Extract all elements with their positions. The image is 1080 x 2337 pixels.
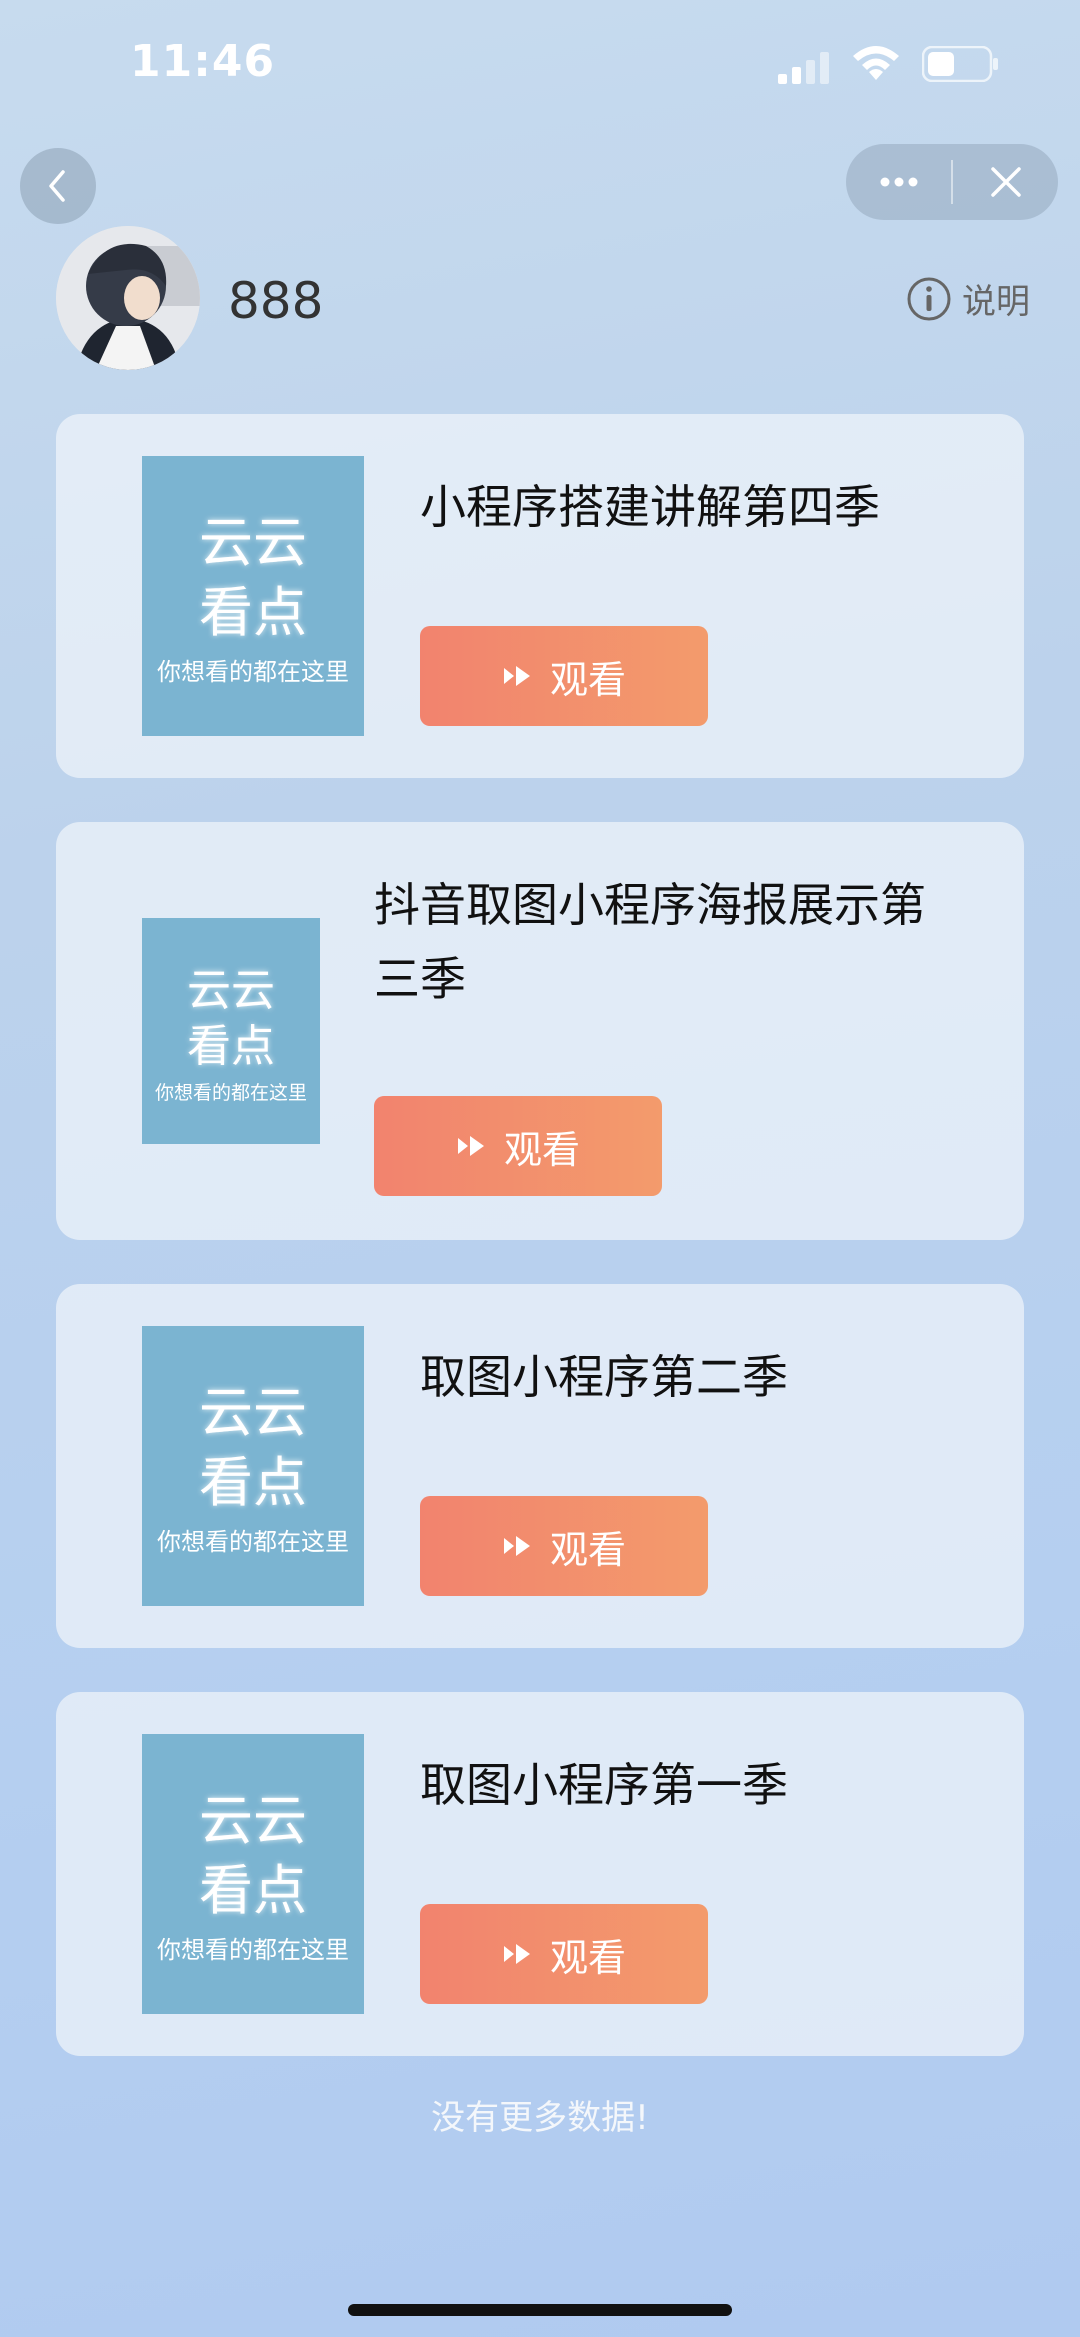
thumb-line3: 你想看的都在这里 (157, 658, 349, 686)
signal-icon (778, 52, 829, 84)
thumb-line2: 看点 (199, 581, 307, 644)
close-icon (990, 167, 1021, 197)
video-title: 抖音取图小程序海报展示第三季 (374, 878, 926, 1006)
thumb-line2: 看点 (187, 1021, 275, 1072)
more-button[interactable] (846, 144, 951, 220)
mini-program-capsule (846, 144, 1058, 220)
watch-label: 观看 (503, 1127, 580, 1172)
watch-button[interactable]: 观看 (420, 1904, 708, 2004)
watch-label: 观看 (549, 657, 626, 702)
avatar[interactable] (56, 226, 200, 370)
status-time: 11:46 (130, 36, 276, 87)
thumb-line2: 看点 (199, 1451, 307, 1514)
video-card[interactable]: 云云 看点 你想看的都在这里 取图小程序第一季 观看 (56, 1692, 1024, 2056)
play-icon (457, 1136, 484, 1156)
thumb-line1: 云云 (199, 1789, 307, 1852)
video-thumbnail: 云云 看点 你想看的都在这里 (142, 1734, 364, 2014)
watch-label: 观看 (549, 1527, 626, 1572)
video-title: 取图小程序第一季 (420, 1758, 788, 1812)
watch-button[interactable]: 观看 (374, 1096, 662, 1196)
video-thumbnail: 云云 看点 你想看的都在这里 (142, 456, 364, 736)
video-thumbnail: 云云 看点 你想看的都在这里 (142, 918, 320, 1144)
thumb-line3: 你想看的都在这里 (157, 1936, 349, 1964)
video-card[interactable]: 云云 看点 你想看的都在这里 抖音取图小程序海报展示第三季 观看 (56, 822, 1024, 1240)
user-header: 888 说明 (56, 226, 1036, 376)
thumb-line1: 云云 (199, 511, 307, 574)
home-indicator[interactable] (348, 2304, 732, 2316)
video-thumbnail: 云云 看点 你想看的都在这里 (142, 1326, 364, 1606)
video-title: 小程序搭建讲解第四季 (420, 480, 880, 534)
thumb-line1: 云云 (199, 1381, 307, 1444)
chevron-left-icon (49, 170, 65, 202)
info-icon (907, 277, 951, 320)
status-bar: 11:46 (0, 0, 1080, 130)
back-button[interactable] (20, 148, 96, 224)
watch-button[interactable]: 观看 (420, 626, 708, 726)
battery-icon (922, 46, 998, 82)
avatar-illustration (56, 226, 200, 370)
no-more-data-text: 没有更多数据! (431, 2098, 649, 2138)
thumb-line3: 你想看的都在这里 (157, 1528, 349, 1556)
watch-label: 观看 (549, 1935, 626, 1980)
play-icon (503, 666, 530, 686)
video-card[interactable]: 云云 看点 你想看的都在这里 小程序搭建讲解第四季 观看 (56, 414, 1024, 778)
close-button[interactable] (953, 144, 1058, 220)
help-label: 说明 (962, 282, 1030, 322)
thumb-line1: 云云 (187, 965, 275, 1016)
help-link[interactable]: 说明 (906, 274, 1030, 323)
wifi-icon (853, 46, 899, 80)
video-title: 取图小程序第二季 (420, 1350, 788, 1404)
play-icon (503, 1536, 530, 1556)
thumb-line2: 看点 (199, 1859, 307, 1922)
video-card[interactable]: 云云 看点 你想看的都在这里 取图小程序第二季 观看 (56, 1284, 1024, 1648)
more-icon (880, 177, 917, 187)
play-icon (503, 1944, 530, 1964)
username: 888 (228, 272, 324, 330)
thumb-line3: 你想看的都在这里 (154, 1082, 307, 1104)
watch-button[interactable]: 观看 (420, 1496, 708, 1596)
